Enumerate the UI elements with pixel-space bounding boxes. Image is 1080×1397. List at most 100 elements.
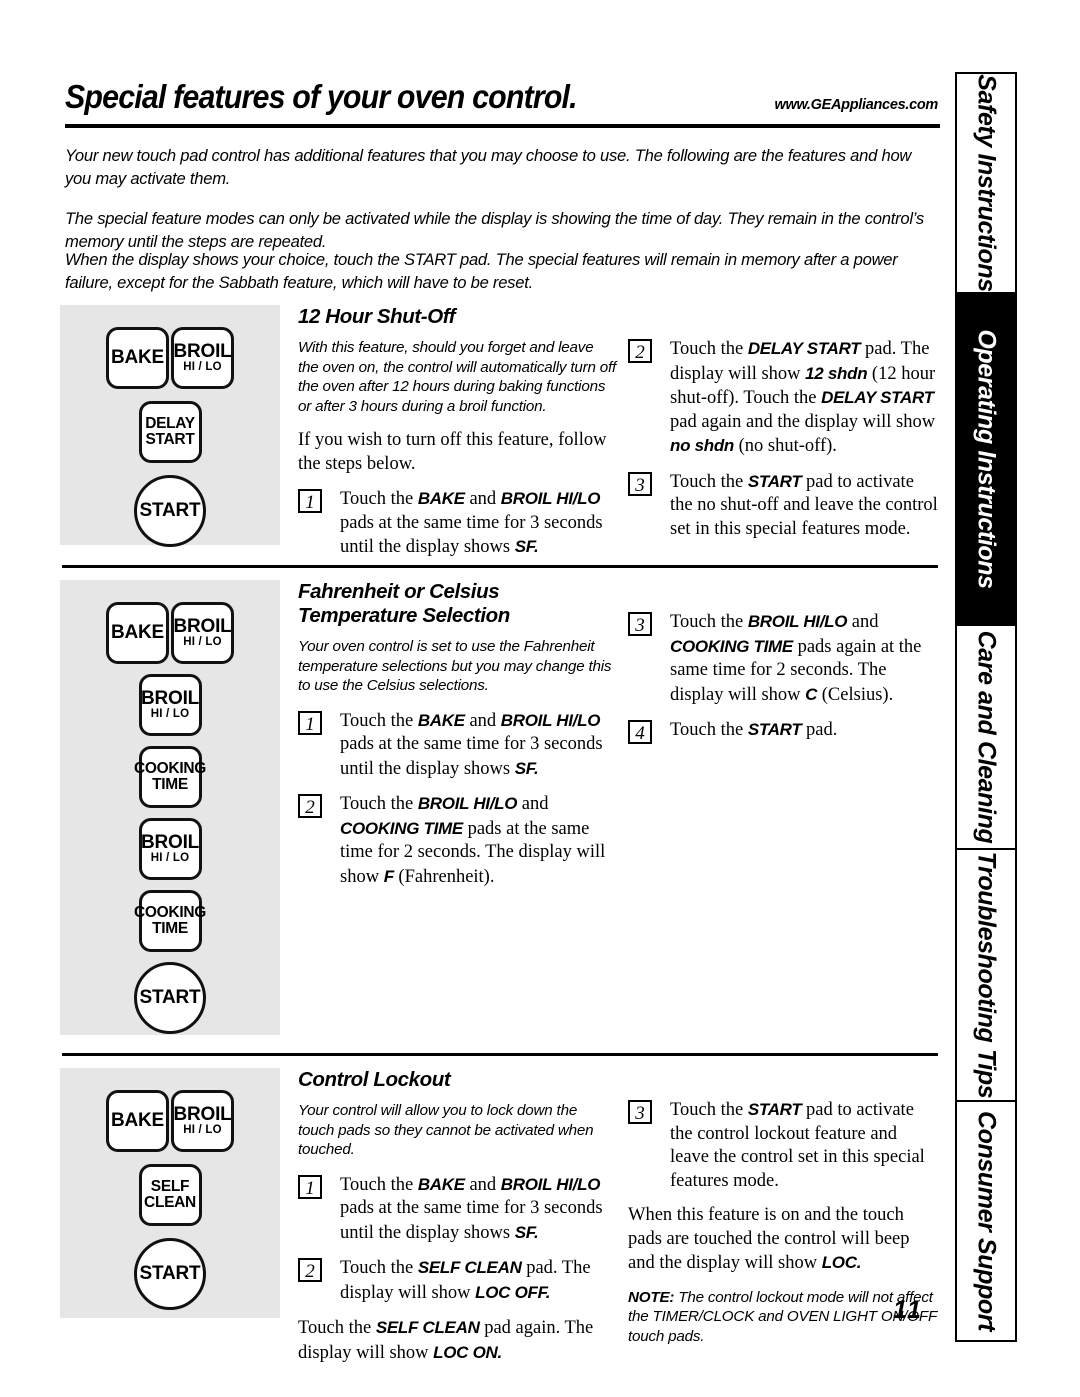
step-text: Touch the <box>340 1258 418 1279</box>
step-number: 1 <box>298 1174 322 1199</box>
manual-page: Special features of your oven control. w… <box>0 0 1080 1397</box>
keypad-button-broil[interactable]: BROIL HI / LO <box>138 674 202 736</box>
step-text: pads at the same time for 3 seconds unti… <box>340 512 603 558</box>
keypad-button-cooking-time[interactable]: COOKING TIME <box>134 890 206 952</box>
keypad-button-sublabel: CLEAN <box>144 1194 196 1211</box>
section-fahrenheit-or-celsius: BAKE BROIL HI / LO BROIL HI / LO COOKING TIME B… <box>60 580 940 1035</box>
keypad-button-label: START <box>139 987 201 1009</box>
display-value: LOC. <box>821 1253 862 1272</box>
step-text: Touch the <box>670 720 748 740</box>
step-text: Touch the <box>670 339 748 359</box>
keypad-button-label: DELAY <box>145 415 195 433</box>
header-rule <box>65 124 940 128</box>
step-text: (Celsius). <box>817 684 894 705</box>
keypad-button-broil[interactable]: BROIL HI / LO <box>171 1090 234 1152</box>
keypad-button-broil[interactable]: BROIL HI / LO <box>171 327 234 389</box>
keypad-button-sublabel: TIME <box>152 920 188 937</box>
instruction-step: 4 Touch the START pad. <box>628 718 940 744</box>
step-text: (no shut-off). <box>734 436 837 456</box>
keypad-button-bake[interactable]: BAKE <box>106 1090 169 1152</box>
body-paragraph: Touch the SELF CLEAN pad again. The disp… <box>298 1316 616 1365</box>
section-left-column: Control Lockout Your control will allow y… <box>298 1068 616 1376</box>
keypad-button-sublabel: HI / LO <box>150 708 190 721</box>
keypad-button-start[interactable]: START <box>134 1238 206 1310</box>
keypad-row: BROIL HI / LO <box>138 674 202 736</box>
keypad-button-delay-start[interactable]: DELAY START <box>138 401 202 463</box>
intro-paragraph-1: Your new touch pad control has additiona… <box>65 146 912 188</box>
keypad-button-label: BAKE <box>110 1110 165 1132</box>
keypad-button-bake[interactable]: BAKE <box>106 602 169 664</box>
instruction-step: 1 Touch the BAKE and BROIL HI/LO pads at … <box>298 1173 616 1246</box>
section-heading: Control Lockout <box>298 1068 451 1091</box>
tab-operating-instructions[interactable]: Operating Instructions <box>955 292 1017 624</box>
step-number: 2 <box>298 794 322 819</box>
keypad-row: COOKING TIME <box>134 890 206 952</box>
note-text: The control lockout mode will not affect… <box>628 1288 937 1345</box>
website-url[interactable]: www.GEAppliances.com <box>775 97 939 113</box>
keypad-button-label: SELF <box>150 1178 190 1196</box>
step-text: and <box>464 489 501 510</box>
pad-name: DELAY START <box>747 339 861 358</box>
section-right-column: 3 Touch the BROIL HI/LO and COOKING TIME … <box>628 610 940 754</box>
tab-consumer-support[interactable]: Consumer Support <box>955 1100 1017 1342</box>
instruction-step: 3 Touch the BROIL HI/LO and COOKING TIME … <box>628 610 940 707</box>
section-left-column: Fahrenheit or Celsius Temperature Select… <box>298 580 616 900</box>
keypad-row: DELAY START <box>138 401 202 463</box>
step-number: 2 <box>298 1258 322 1283</box>
keypad-button-label: COOKING <box>134 760 206 778</box>
step-text: and <box>517 794 549 815</box>
step-text: Touch the <box>340 710 418 731</box>
pad-name: BROIL HI/LO <box>747 612 848 631</box>
pad-name: BAKE <box>417 489 465 509</box>
pad-name: START <box>747 1100 802 1119</box>
keypad-button-start[interactable]: START <box>134 962 206 1034</box>
keypad-button-sublabel: START <box>145 431 195 448</box>
instruction-step: 1 Touch the BAKE and BROIL HI/LO pads at … <box>298 709 616 782</box>
tab-care-and-cleaning[interactable]: Care and Cleaning <box>955 624 1017 848</box>
step-text: Touch the <box>670 612 748 632</box>
keypad-button-sublabel: HI / LO <box>150 852 190 865</box>
keypad-button-label: BROIL <box>173 1103 232 1125</box>
section-control-lockout: BAKE BROIL HI / LO SELF CLEAN START Control Lo… <box>60 1068 940 1363</box>
step-text: (Fahrenheit). <box>393 866 495 887</box>
keypad-button-self-clean[interactable]: SELF CLEAN <box>138 1164 202 1226</box>
keypad-row: COOKING TIME <box>134 746 206 808</box>
step-text: Touch the <box>340 489 418 510</box>
pad-name: BAKE <box>417 1174 465 1194</box>
step-text: Touch the <box>670 471 748 492</box>
section-paragraph: If you wish to turn off this feature, fo… <box>298 430 607 474</box>
display-value: SF. <box>514 537 539 557</box>
pad-name: SELF CLEAN <box>417 1258 522 1278</box>
keypad-button-broil[interactable]: BROIL HI / LO <box>171 602 234 664</box>
body-paragraph: When this feature is on and the touch pa… <box>628 1204 940 1276</box>
section-heading: 12 Hour Shut-Off <box>298 305 456 328</box>
keypad-button-cooking-time[interactable]: COOKING TIME <box>134 746 206 808</box>
step-text: Touch the <box>298 1318 376 1339</box>
tab-label: Troubleshooting Tips <box>972 851 1001 1099</box>
display-value: no shdn <box>670 436 734 455</box>
pad-name: BROIL HI/LO <box>500 710 601 730</box>
keypad-button-start[interactable]: START <box>134 475 206 547</box>
section-heading: Fahrenheit or Celsius Temperature Select… <box>298 580 510 627</box>
oven-keypad-diagram: BAKE BROIL HI / LO DELAY START START <box>60 305 280 547</box>
step-number: 4 <box>628 720 652 744</box>
tab-troubleshooting-tips[interactable]: Troubleshooting Tips <box>955 848 1017 1100</box>
keypad-row: START <box>134 475 206 547</box>
keypad-button-bake[interactable]: BAKE <box>106 327 169 389</box>
tab-safety-instructions[interactable]: Safety Instructions <box>955 72 1017 292</box>
keypad-button-label: BROIL <box>173 340 232 362</box>
pad-name: START <box>747 720 802 739</box>
section-blurb: Your oven control is set to use the Fahr… <box>298 638 612 695</box>
section-blurb: With this feature, should you forget and… <box>298 339 616 415</box>
pad-name: DELAY START <box>821 388 934 407</box>
keypad-button-broil[interactable]: BROIL HI / LO <box>138 818 202 880</box>
intro-paragraph-2: The special feature modes can only be ac… <box>65 209 924 251</box>
keypad-button-label: BAKE <box>110 347 165 369</box>
tab-label: Care and Cleaning <box>972 630 1001 844</box>
keypad-button-sublabel: TIME <box>152 776 188 793</box>
keypad-button-sublabel: HI / LO <box>183 636 222 649</box>
section-divider <box>62 565 938 568</box>
oven-keypad-diagram: BAKE BROIL HI / LO BROIL HI / LO COOKING TIME B… <box>60 580 280 1035</box>
step-number: 2 <box>628 339 652 363</box>
page-title: Special features of your oven control. <box>65 78 578 115</box>
